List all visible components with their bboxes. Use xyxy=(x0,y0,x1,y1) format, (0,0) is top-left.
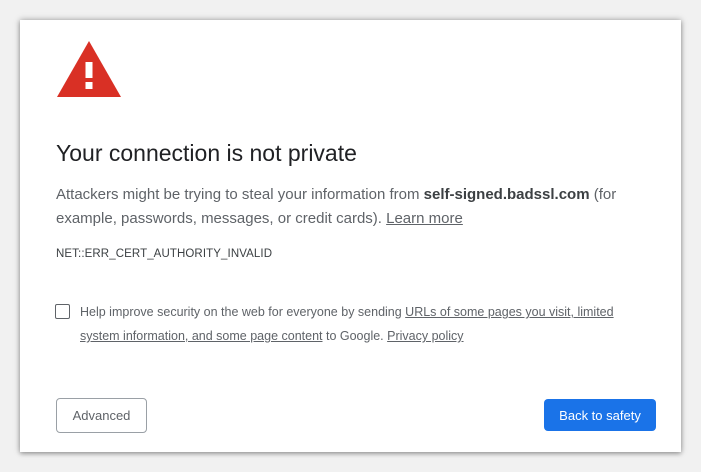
warning-triangle-icon xyxy=(57,41,121,97)
description-prefix: Attackers might be trying to steal your … xyxy=(56,186,424,203)
host-name: self-signed.badssl.com xyxy=(423,186,590,203)
report-prefix: Help improve security on the web for eve… xyxy=(80,305,406,319)
description: Attackers might be trying to steal your … xyxy=(56,183,646,231)
advanced-button[interactable]: Advanced xyxy=(56,398,147,433)
learn-more-link[interactable]: Learn more xyxy=(386,210,463,227)
report-middle: to Google. xyxy=(322,329,388,343)
report-text: Help improve security on the web for eve… xyxy=(80,300,655,348)
back-to-safety-button[interactable]: Back to safety xyxy=(544,399,656,431)
report-checkbox[interactable] xyxy=(55,304,70,319)
error-code: NET::ERR_CERT_AUTHORITY_INVALID xyxy=(56,248,273,260)
privacy-policy-link[interactable]: Privacy policy xyxy=(387,329,463,343)
page-title: Your connection is not private xyxy=(56,140,357,166)
interstitial-card: Your connection is not private Attackers… xyxy=(20,20,681,452)
